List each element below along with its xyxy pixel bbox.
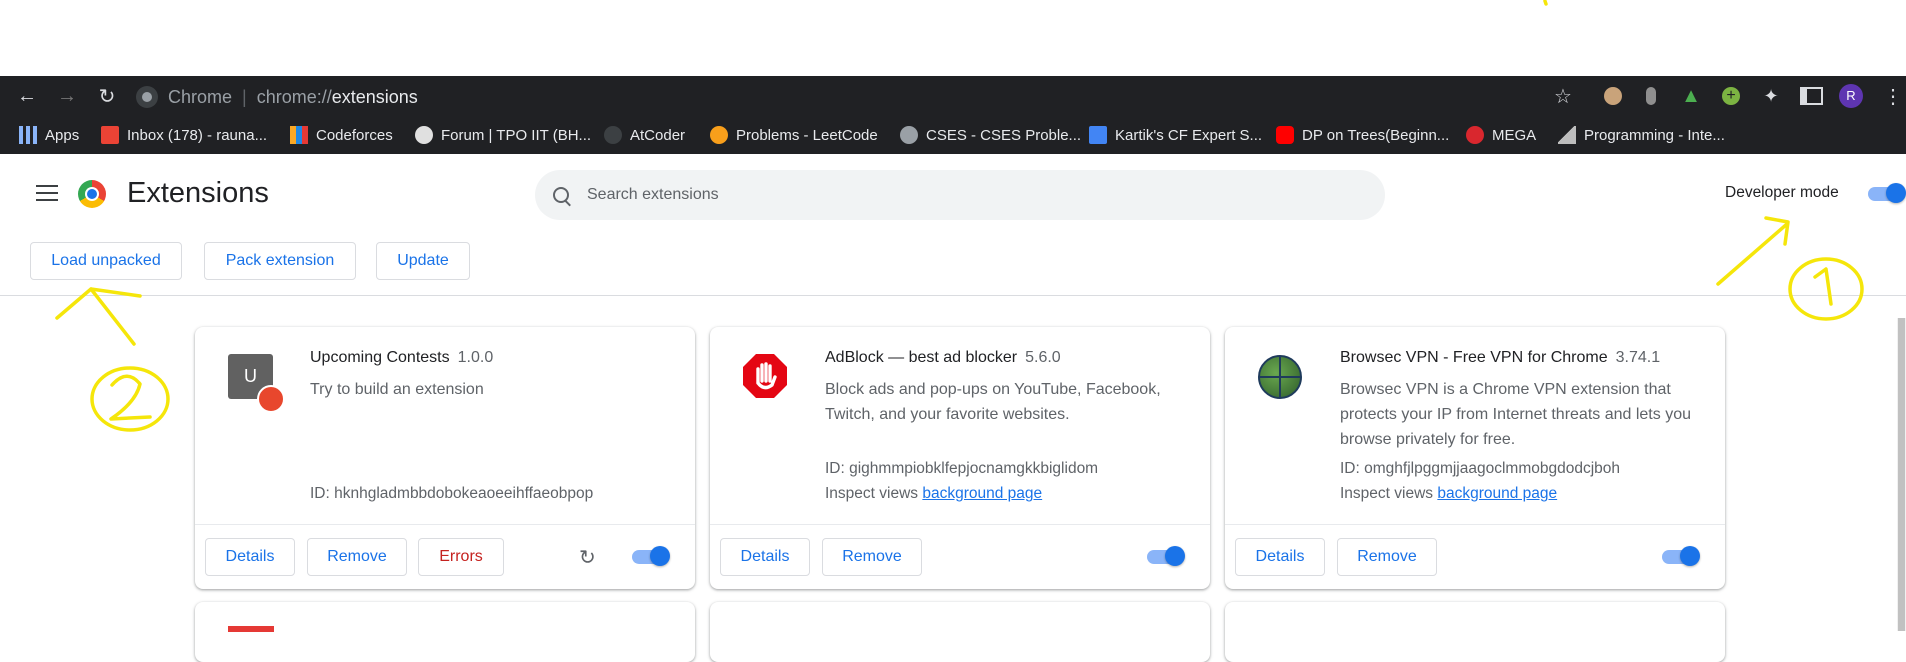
annotation-numeral-1: [1813, 267, 1833, 306]
annotation-overlay: [55, 0, 1864, 432]
annotation-dot-top: [1543, 0, 1548, 6]
annotation-numeral-2: [109, 374, 152, 421]
annotation-arrow-2: [55, 287, 142, 346]
annotation-arrow-1: [1716, 222, 1789, 286]
